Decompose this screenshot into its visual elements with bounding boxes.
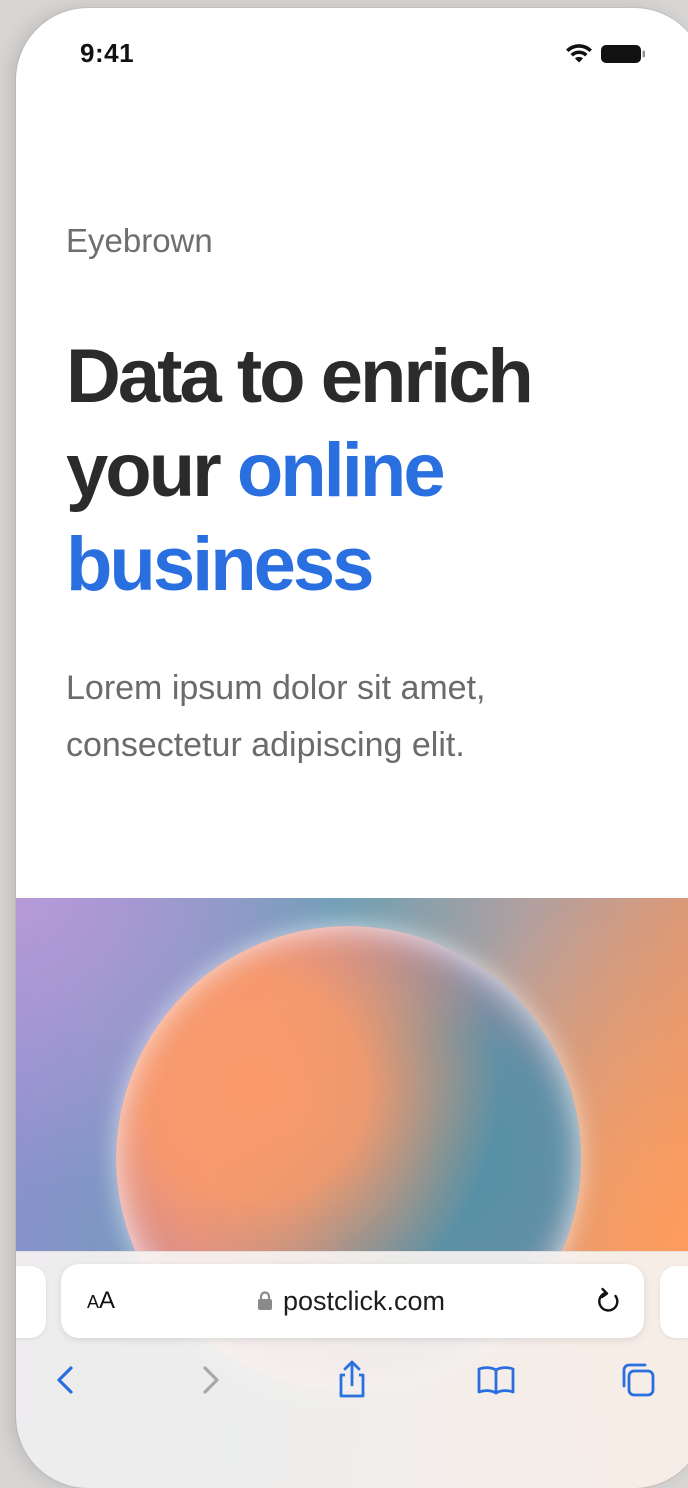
bookmarks-button[interactable] (474, 1358, 518, 1402)
reload-icon[interactable] (595, 1286, 623, 1316)
status-bar: 9:41 (16, 8, 688, 98)
tabs-button[interactable] (616, 1358, 660, 1402)
hero-subtext: Lorem ipsum dolor sit amet, consectetur … (66, 669, 486, 764)
headline-line-2-dark: your (66, 428, 222, 513)
text-size-small-a: A (87, 1292, 100, 1312)
previous-tab-card[interactable] (16, 1266, 46, 1338)
book-icon (477, 1366, 515, 1395)
browser-toolbar (16, 1352, 688, 1408)
lock-icon (258, 1291, 272, 1310)
browser-bottom-bar: AA postclick.com (16, 1251, 688, 1488)
text-size-large-a: A (99, 1287, 116, 1314)
address-bar[interactable]: AA postclick.com (61, 1264, 644, 1338)
eyebrow-text: Eyebrown (66, 222, 213, 259)
headline-line-3-accent: business (66, 522, 374, 607)
chevron-left-icon (57, 1366, 73, 1394)
next-tab-card[interactable] (660, 1266, 688, 1338)
headline: Data to enrich your online business (66, 330, 626, 612)
forward-button[interactable] (188, 1358, 232, 1402)
back-button[interactable] (44, 1358, 88, 1402)
battery-icon (601, 45, 645, 63)
headline-line-1: Data to enrich (66, 334, 534, 419)
headline-line-2-accent: online (236, 428, 446, 513)
wifi-icon (566, 44, 592, 63)
chevron-right-icon (203, 1366, 219, 1394)
share-button[interactable] (330, 1358, 374, 1402)
text-size-button[interactable]: AA (87, 1284, 115, 1318)
url-display[interactable]: postclick.com (257, 1284, 445, 1318)
phone-screen: 9:41 Eyebrown Data to enrich your online… (16, 8, 688, 1488)
share-icon (339, 1360, 365, 1398)
url-text: postclick.com (283, 1286, 446, 1316)
tabs-icon (622, 1363, 655, 1397)
status-time: 9:41 (80, 38, 135, 68)
